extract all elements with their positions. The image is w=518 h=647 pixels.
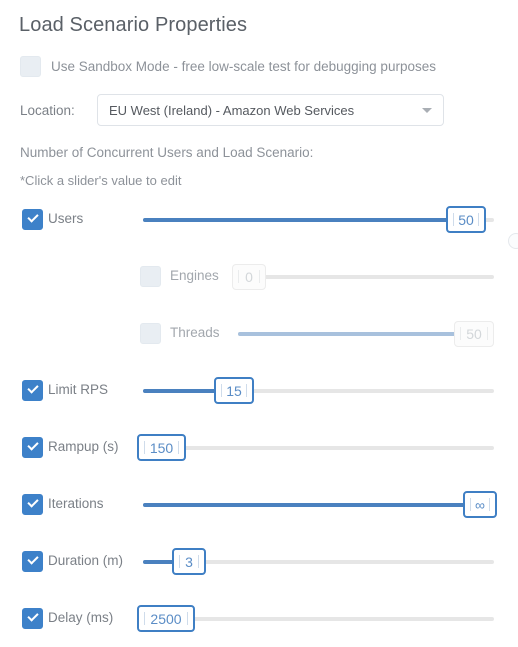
slider-row-iterations: Iterations ∞ <box>0 487 518 523</box>
grip-right-icon <box>487 327 488 340</box>
slider-label-threads: Threads <box>170 325 220 340</box>
slider-label-delay: Delay (ms) <box>48 610 114 625</box>
slider-fill-iterations <box>143 503 480 507</box>
slider-track-rampup[interactable] <box>143 446 494 450</box>
checkbox-engines[interactable] <box>140 266 161 287</box>
location-select-value: EU West (Ireland) - Amazon Web Services <box>109 102 355 118</box>
grip-right-icon <box>187 612 188 625</box>
slider-value-users[interactable]: 50 <box>446 206 486 233</box>
grip-left-icon <box>144 441 145 454</box>
section-label: Number of Concurrent Users and Load Scen… <box>20 145 314 160</box>
grip-right-icon <box>178 441 179 454</box>
grip-left-icon <box>470 498 471 511</box>
chevron-down-icon <box>422 108 432 113</box>
slider-row-users: Users 50 <box>0 202 518 238</box>
grip-left-icon <box>179 555 180 568</box>
location-label: Location: <box>20 102 75 118</box>
slider-value-text-threads: 50 <box>466 326 482 342</box>
location-row: Location: EU West (Ireland) - Amazon Web… <box>20 94 444 126</box>
slider-label-rampup: Rampup (s) <box>48 439 119 454</box>
slider-row-threads: Threads 50 <box>0 316 518 352</box>
slider-fill-users <box>143 218 466 222</box>
slider-row-duration: Duration (m) 3 <box>0 544 518 580</box>
slider-label-limit-rps: Limit RPS <box>48 382 109 397</box>
slider-value-iterations[interactable]: ∞ <box>463 491 497 518</box>
grip-left-icon <box>453 213 454 226</box>
slider-value-delay[interactable]: 2500 <box>137 605 195 632</box>
slider-track-engines[interactable] <box>238 275 494 279</box>
slider-label-iterations: Iterations <box>48 496 104 511</box>
slider-value-rampup[interactable]: 150 <box>137 434 186 461</box>
checkbox-users[interactable] <box>22 209 43 230</box>
slider-value-duration[interactable]: 3 <box>172 548 206 575</box>
grip-left-icon <box>238 270 239 283</box>
checkbox-limit-rps[interactable] <box>22 380 43 401</box>
slider-row-delay: Delay (ms) 2500 <box>0 601 518 637</box>
edge-popup-remnant <box>508 233 518 249</box>
slider-label-duration: Duration (m) <box>48 553 124 568</box>
slider-value-text-rampup: 150 <box>149 439 174 456</box>
slider-label-engines: Engines <box>170 268 219 283</box>
grip-right-icon <box>198 555 199 568</box>
slider-label-users: Users <box>48 211 84 226</box>
load-scenario-properties-panel: Load Scenario Properties Use Sandbox Mod… <box>0 0 518 647</box>
grip-right-icon <box>259 270 260 283</box>
grip-left-icon <box>221 384 222 397</box>
checkbox-delay[interactable] <box>22 608 43 629</box>
checkbox-threads[interactable] <box>140 323 161 344</box>
slider-value-engines[interactable]: 0 <box>232 264 266 290</box>
checkbox-rampup[interactable] <box>22 437 43 458</box>
sandbox-mode-checkbox[interactable] <box>20 55 41 77</box>
slider-track-delay[interactable] <box>143 617 494 621</box>
sandbox-mode-row[interactable]: Use Sandbox Mode - free low-scale test f… <box>20 55 436 77</box>
page-title: Load Scenario Properties <box>19 14 248 36</box>
slider-value-limit-rps[interactable]: 15 <box>214 377 254 404</box>
edit-hint: *Click a slider's value to edit <box>20 173 182 188</box>
grip-left-icon <box>460 327 461 340</box>
grip-left-icon <box>144 612 145 625</box>
grip-right-icon <box>489 498 490 511</box>
grip-right-icon <box>478 213 479 226</box>
slider-row-limit-rps: Limit RPS 15 <box>0 373 518 409</box>
checkbox-iterations[interactable] <box>22 494 43 515</box>
slider-value-text-delay: 2500 <box>150 610 182 627</box>
grip-right-icon <box>246 384 247 397</box>
slider-row-rampup: Rampup (s) 150 <box>0 430 518 466</box>
slider-row-engines: Engines 0 <box>0 259 518 295</box>
slider-fill-threads <box>238 332 474 336</box>
location-select[interactable]: EU West (Ireland) - Amazon Web Services <box>97 94 444 126</box>
checkbox-duration[interactable] <box>22 551 43 572</box>
sandbox-mode-label: Use Sandbox Mode - free low-scale test f… <box>51 58 436 74</box>
slider-value-threads[interactable]: 50 <box>454 321 494 347</box>
